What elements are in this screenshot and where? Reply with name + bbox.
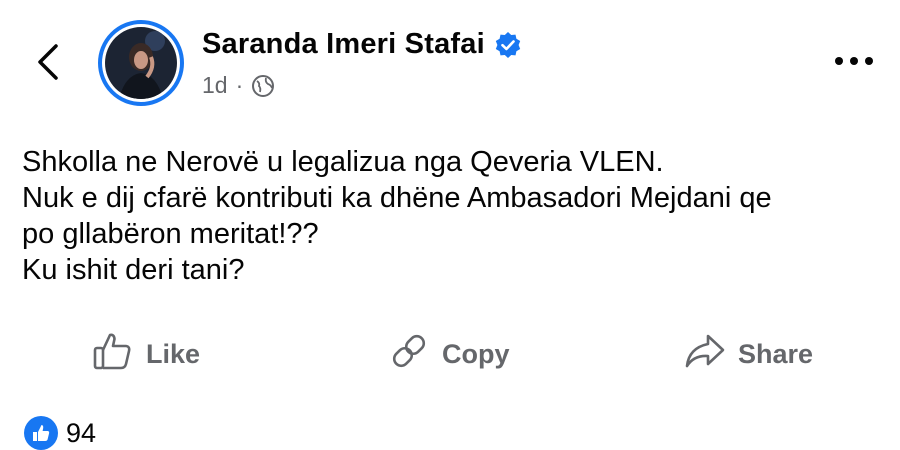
post-body: Shkolla ne Nerovë u legalizua nga Qeveri… [22, 144, 882, 288]
reaction-count: 94 [66, 417, 97, 448]
verified-badge-icon [494, 31, 522, 59]
copy-button[interactable]: Copy [388, 326, 510, 382]
more-options-icon [833, 53, 875, 71]
link-icon [388, 331, 442, 378]
post-timestamp[interactable]: 1d [202, 72, 228, 99]
thumbs-up-icon [92, 331, 146, 378]
post-meta: 1d · [202, 72, 275, 99]
chevron-left-icon [36, 42, 60, 87]
like-label: Like [146, 338, 201, 369]
back-button[interactable] [28, 40, 68, 88]
like-button[interactable]: Like [92, 326, 200, 382]
globe-icon[interactable] [251, 74, 275, 98]
author-row: Saranda Imeri Stafai [202, 28, 522, 61]
copy-label: Copy [442, 338, 510, 369]
share-button[interactable]: Share [684, 326, 813, 382]
post-text-line: Ku ishit deri tani? [22, 254, 245, 286]
more-options-button[interactable] [830, 48, 878, 76]
share-label: Share [738, 338, 814, 369]
avatar-image [105, 27, 177, 99]
post-action-bar: Like Copy Share [0, 326, 900, 382]
share-arrow-icon [684, 331, 738, 378]
meta-separator: · [235, 72, 244, 98]
author-name[interactable]: Saranda Imeri Stafai [202, 28, 485, 61]
like-reaction-icon [24, 416, 58, 450]
post-text-line: Shkolla ne Nerovë u legalizua nga Qeveri… [22, 146, 664, 178]
post-text-line: Nuk e dij cfarë kontributi ka dhëne Amba… [22, 182, 772, 214]
reaction-summary[interactable]: 94 [24, 416, 96, 450]
post-text-line: po gllabëron meritat!?? [22, 218, 319, 250]
profile-avatar[interactable] [98, 20, 184, 106]
